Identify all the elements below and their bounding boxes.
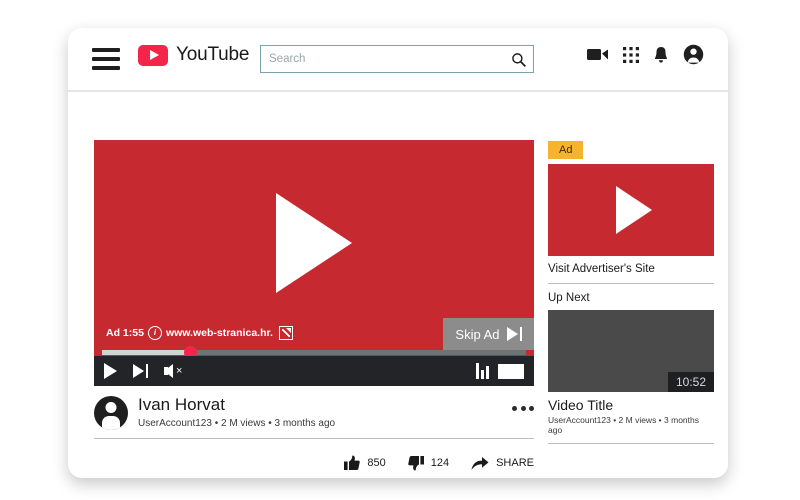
search-bar[interactable] <box>260 45 534 73</box>
video-player[interactable]: Ad 1:55 i www.web-stranica.hr. Skip Ad × <box>94 140 534 386</box>
ad-badge: Ad <box>548 141 584 159</box>
player-controls-right <box>476 363 524 379</box>
video-meta: UserAccount123 • 2 M views • 3 months ag… <box>138 417 336 429</box>
dot <box>529 406 534 411</box>
next-bar <box>145 364 148 378</box>
thumbs-up-icon <box>344 455 361 470</box>
bar <box>486 366 489 379</box>
header-icon-group <box>587 44 704 65</box>
info-circle-icon[interactable]: i <box>147 326 162 340</box>
next-video-meta: UserAccount123 • 2 M views • 3 months ag… <box>548 413 714 444</box>
screen-rectangle-icon[interactable] <box>498 363 524 379</box>
skip-ad-button[interactable]: Skip Ad <box>443 318 534 350</box>
hamburger-menu-icon[interactable] <box>92 48 120 70</box>
app-header: YouTube <box>68 28 728 92</box>
hamburger-bar <box>92 66 120 70</box>
video-duration-badge: 10:52 <box>667 372 714 392</box>
share-button[interactable]: SHARE <box>471 456 534 471</box>
play-triangle-icon[interactable] <box>276 193 352 294</box>
browser-card: YouTube Search Ad 1:55 i www.web-stranic… <box>68 28 728 478</box>
next-video-title[interactable]: Video Title <box>548 392 714 413</box>
dislike-count: 124 <box>430 457 450 469</box>
share-arrow-icon <box>471 456 489 470</box>
play-triangle-icon <box>616 186 652 234</box>
brand-label: YouTube <box>176 44 250 65</box>
search-icon[interactable] <box>503 46 533 72</box>
ad-overlay-info: Ad 1:55 i www.web-stranica.hr. <box>106 326 293 340</box>
share-label: SHARE <box>496 457 534 469</box>
youtube-brand-link[interactable]: YouTube <box>138 44 249 66</box>
volume-muted-icon[interactable]: × <box>164 364 182 378</box>
like-button[interactable]: 850 <box>344 455 386 471</box>
advertiser-link[interactable]: Visit Advertiser's Site <box>548 256 714 284</box>
player-column: Ad 1:55 i www.web-stranica.hr. Skip Ad ×… <box>94 140 534 471</box>
mute-cross: × <box>176 364 183 377</box>
video-camera-icon[interactable] <box>587 47 609 62</box>
logo-triangle <box>149 50 159 60</box>
skip-bar <box>519 327 522 341</box>
video-titles: Ivan Horvat UserAccount123 • 2 M views •… <box>138 395 512 429</box>
video-info-section: Ivan Horvat UserAccount123 • 2 M views •… <box>94 386 534 471</box>
search-input[interactable] <box>261 53 503 65</box>
hamburger-bar <box>92 57 120 61</box>
next-triangle <box>133 364 144 378</box>
channel-row: Ivan Horvat UserAccount123 • 2 M views •… <box>94 386 534 439</box>
bar <box>481 370 484 379</box>
external-link-icon[interactable] <box>278 326 293 340</box>
ad-countdown-label: Ad 1:55 <box>106 327 144 339</box>
app-root: YouTube Search Ad 1:55 i www.web-stranic… <box>0 0 800 500</box>
skip-triangle <box>506 327 518 341</box>
more-options-icon[interactable] <box>512 406 534 411</box>
like-count: 850 <box>367 457 386 469</box>
ad-url-link[interactable]: www.web-stranica.hr. <box>166 327 273 339</box>
next-track-icon[interactable] <box>133 364 148 378</box>
skip-forward-icon <box>506 327 522 341</box>
apps-grid-icon[interactable] <box>623 46 639 63</box>
page-title: Ivan Horvat <box>138 395 225 414</box>
ad-thumbnail[interactable] <box>548 164 714 256</box>
video-actions: 850 124 SHARE <box>94 439 534 471</box>
bar <box>476 363 479 379</box>
skip-ad-label: Skip Ad <box>455 326 500 342</box>
bell-icon[interactable] <box>653 46 669 64</box>
progress-fill <box>102 349 195 355</box>
sidebar: Ad Visit Advertiser's Site Up Next 10:52… <box>548 140 714 444</box>
progress-bar[interactable] <box>94 345 534 359</box>
dislike-button[interactable]: 124 <box>407 455 450 471</box>
hamburger-bar <box>92 48 120 52</box>
account-avatar-icon[interactable] <box>683 44 704 65</box>
page-content: Ad 1:55 i www.web-stranica.hr. Skip Ad ×… <box>68 92 728 478</box>
next-video-thumbnail[interactable]: 10:52 <box>548 310 714 392</box>
dot <box>520 406 526 411</box>
signal-bars-icon[interactable] <box>476 363 489 379</box>
youtube-play-logo-icon <box>138 44 168 66</box>
play-icon[interactable] <box>104 363 117 379</box>
up-next-label: Up Next <box>548 292 590 304</box>
thumbs-down-icon <box>407 456 424 471</box>
user-avatar-icon[interactable] <box>94 396 128 430</box>
dot <box>512 406 517 411</box>
player-controls: × <box>94 356 534 386</box>
speaker-shape <box>164 364 173 378</box>
